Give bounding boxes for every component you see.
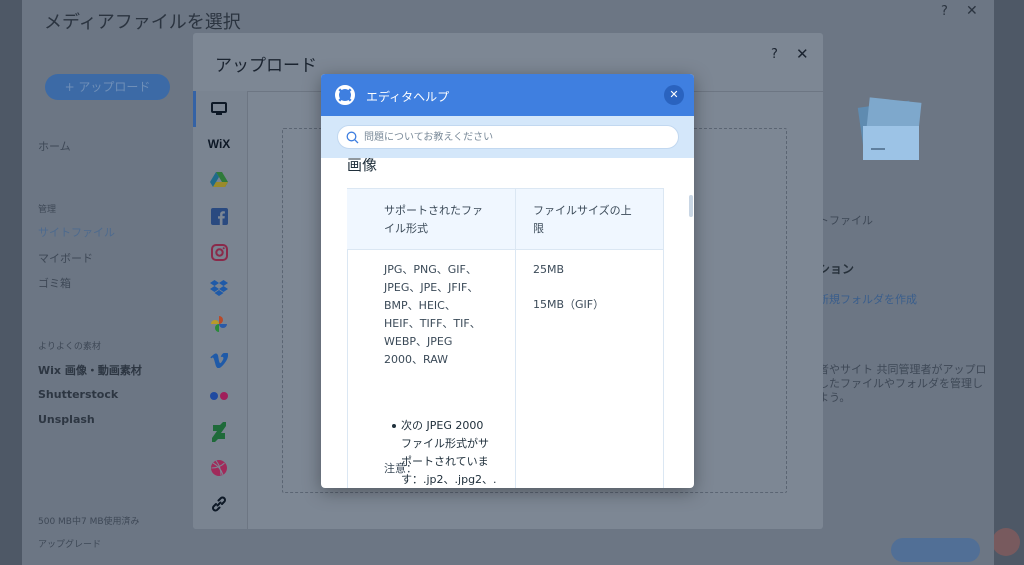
search-icon [346, 131, 359, 144]
help-search-input[interactable] [364, 128, 669, 146]
note-bullet-dot [392, 424, 396, 428]
nav-unsplash[interactable]: Unsplash [38, 413, 95, 426]
folder-illustration-icon [857, 97, 922, 160]
dribbble-icon[interactable] [207, 456, 231, 480]
note-line: 次の JPEG 2000 [401, 419, 484, 432]
flickr-icon[interactable] [207, 384, 231, 408]
link-icon[interactable] [207, 492, 231, 516]
upload-button[interactable]: + アップロード [45, 74, 170, 100]
nav-wix-media[interactable]: Wix 画像・動画素材 [38, 362, 142, 378]
help-panel-title: エディタヘルプ [366, 90, 450, 104]
editor-right-strip [992, 0, 1024, 565]
right-site-files: トファイル [818, 214, 873, 227]
help-close-button[interactable]: ✕ [664, 85, 684, 105]
nav-site-files[interactable]: サイトファイル [38, 224, 115, 240]
google-drive-icon[interactable] [207, 168, 231, 192]
help-search-box[interactable] [337, 125, 679, 149]
avatar[interactable] [992, 528, 1020, 556]
lifebuoy-icon [335, 85, 355, 105]
vimeo-icon[interactable] [207, 348, 231, 372]
google-photos-icon[interactable] [207, 312, 231, 336]
active-source-indicator [193, 91, 196, 127]
upload-close-button[interactable]: ✕ [796, 45, 809, 63]
media-manager-help-button[interactable]: ? [941, 4, 948, 19]
create-folder-link[interactable]: 新規フォルダを作成 [818, 291, 917, 307]
dropbox-icon[interactable] [207, 276, 231, 300]
media-manager-close-button[interactable]: ✕ [966, 3, 978, 19]
upload-dialog-title: アップロード [215, 56, 317, 76]
facebook-icon[interactable] [207, 204, 231, 228]
help-search-band [321, 116, 694, 158]
media-manager-title: メディアファイルを選択 [44, 12, 241, 33]
media-manager-primary-button[interactable] [891, 538, 980, 562]
upload-help-button[interactable]: ? [771, 47, 778, 62]
my-computer-icon[interactable] [207, 97, 231, 121]
upload-source-sidebar: WiX [193, 91, 248, 529]
help-header: エディタヘルプ ✕ [321, 74, 694, 116]
note-bullet-clip: 次の JPEG 2000 ファイル形式がサ ポートされていま す：.jp2、.j… [321, 158, 694, 488]
note-line: ファイル形式がサ [401, 437, 489, 450]
nav-trash[interactable]: ゴミ箱 [38, 275, 71, 291]
nav-home[interactable]: ホーム [38, 138, 71, 154]
editor-left-strip [0, 0, 22, 565]
upgrade-link[interactable]: アップグレード [38, 537, 101, 550]
right-section-heading: ション [818, 262, 855, 276]
deviantart-icon[interactable] [207, 420, 231, 444]
wix-source-icon[interactable]: WiX [207, 132, 231, 156]
storage-usage: 500 MB中7 MB使用済み [38, 517, 140, 527]
instagram-icon[interactable] [207, 240, 231, 264]
nav-frequent-label: よりよくの素材 [38, 342, 101, 352]
note-line: ポートされていま [401, 455, 489, 468]
note-bullet-text: 次の JPEG 2000 ファイル形式がサ ポートされていま す：.jp2、.j… [401, 417, 499, 488]
nav-section-label: 管理 [38, 205, 57, 215]
note-line: す：.jp2、.jpg2、. [401, 473, 497, 486]
nav-shutterstock[interactable]: Shutterstock [38, 388, 118, 401]
nav-my-board[interactable]: マイボード [38, 250, 93, 266]
